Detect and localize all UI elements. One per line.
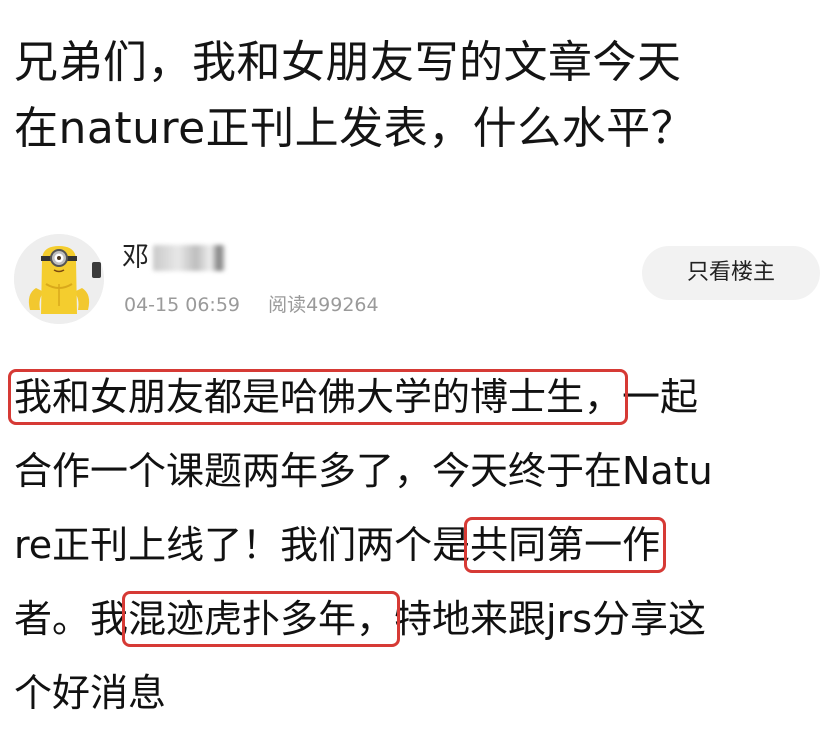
post-body: 我和女朋友都是哈佛大学的博士生，一起 合作一个课题两年多了，今天终于在Natu … <box>7 360 822 730</box>
body-text: 一起 <box>622 375 699 419</box>
body-text: 特地来跟jrs分享这 <box>394 597 707 641</box>
highlighted-phrase-hupu-years: 混迹虎扑多年， <box>122 591 401 647</box>
minion-avatar-icon <box>14 234 104 324</box>
only-op-button[interactable]: 只看楼主 <box>642 246 820 300</box>
post-title: 兄弟们，我和女朋友写的文章今天 在nature正刊上发表，什么水平？ <box>14 30 820 162</box>
body-line-3: re正刊上线了！我们两个是共同第一作 <box>14 508 822 582</box>
highlighted-phrase-harvard-phd: 我和女朋友都是哈佛大学的博士生， <box>7 369 629 425</box>
read-count: 阅读499264 <box>268 294 379 316</box>
post-meta: 04-15 06:59 阅读499264 <box>124 290 379 317</box>
body-text: 个好消息 <box>14 671 167 715</box>
body-line-5: 个好消息 <box>14 656 822 730</box>
body-line-1: 我和女朋友都是哈佛大学的博士生，一起 <box>7 360 822 434</box>
post-date: 04-15 06:59 <box>124 294 241 316</box>
body-text: 者。我 <box>14 597 129 641</box>
post-title-line-1: 兄弟们，我和女朋友写的文章今天 <box>14 37 682 88</box>
author-name[interactable]: 邓 <box>122 240 225 276</box>
post-title-line-2: 在nature正刊上发表，什么水平？ <box>14 103 696 154</box>
body-text: re正刊上线了！我们两个是 <box>14 523 471 567</box>
body-line-2: 合作一个课题两年多了，今天终于在Natu <box>14 434 822 508</box>
body-line-4: 者。我混迹虎扑多年，特地来跟jrs分享这 <box>14 582 822 656</box>
author-avatar[interactable] <box>14 234 104 324</box>
body-text: 合作一个课题两年多了，今天终于在Natu <box>14 449 713 493</box>
highlighted-phrase-co-first-author: 共同第一作 <box>464 517 667 573</box>
author-row: 邓 04-15 06:59 阅读499264 只看楼主 <box>14 234 820 324</box>
name-obscured-block <box>153 245 225 271</box>
author-name-text: 邓 <box>122 242 149 273</box>
